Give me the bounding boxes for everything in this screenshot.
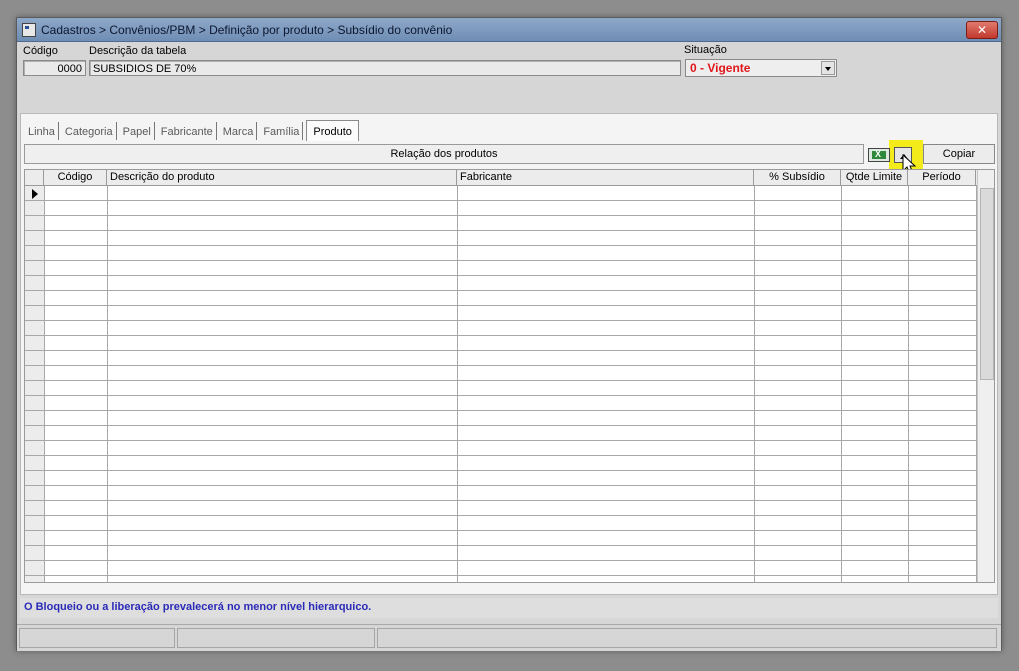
vertical-scrollbar[interactable] (977, 170, 994, 582)
table-row[interactable] (25, 276, 977, 291)
table-row[interactable] (25, 201, 977, 216)
tab-marca[interactable]: Marca (220, 122, 258, 140)
window-title: Cadastros > Convênios/PBM > Definição po… (41, 23, 453, 37)
app-icon (22, 23, 36, 37)
situacao-select[interactable]: 0 - Vigente (685, 59, 837, 77)
table-row[interactable] (25, 381, 977, 396)
close-button[interactable]: ✕ (966, 21, 998, 39)
table-row[interactable] (25, 516, 977, 531)
table-row[interactable] (25, 411, 977, 426)
descricao-label: Descrição da tabela (89, 45, 187, 57)
table-row[interactable] (25, 546, 977, 561)
table-row[interactable] (25, 456, 977, 471)
status-bar (17, 624, 1001, 651)
grid-header: Código Descrição do produto Fabricante %… (25, 170, 977, 186)
col-fabricante[interactable]: Fabricante (457, 170, 754, 185)
table-row[interactable] (25, 531, 977, 546)
table-row[interactable] (25, 261, 977, 276)
table-row[interactable] (25, 396, 977, 411)
status-panel-1 (19, 628, 175, 648)
table-row[interactable] (25, 306, 977, 321)
table-row[interactable] (25, 321, 977, 336)
excel-icon[interactable] (868, 148, 890, 162)
tab-papel[interactable]: Papel (120, 122, 155, 140)
table-row[interactable] (25, 366, 977, 381)
descricao-field[interactable]: SUBSIDIOS DE 70% (89, 60, 681, 76)
tab-strip: Linha Categoria Papel Fabricante Marca F… (25, 120, 362, 141)
produtos-grid[interactable]: Código Descrição do produto Fabricante %… (24, 169, 995, 583)
hierarchy-notice: O Bloqueio ou a liberação prevalecerá no… (20, 598, 998, 618)
grid-column-separator (457, 186, 458, 582)
grid-column-separator (754, 186, 755, 582)
table-row[interactable] (25, 426, 977, 441)
tab-familia[interactable]: Família (260, 122, 304, 140)
grid-column-separator (107, 186, 108, 582)
codigo-label: Código (23, 45, 58, 57)
status-panel-3 (377, 628, 997, 648)
tab-produto[interactable]: Produto (306, 120, 359, 141)
table-row[interactable] (25, 336, 977, 351)
table-row[interactable] (25, 561, 977, 576)
grid-column-separator (908, 186, 909, 582)
status-panel-2 (177, 628, 375, 648)
situacao-label: Situação (684, 44, 727, 56)
title-bar[interactable]: Cadastros > Convênios/PBM > Definição po… (17, 18, 1001, 42)
col-qtde-limite[interactable]: Qtde Limite (841, 170, 908, 185)
col-periodo[interactable]: Período (908, 170, 976, 185)
table-row[interactable] (25, 291, 977, 306)
grid-body[interactable] (25, 186, 977, 582)
relacao-produtos-header: Relação dos produtos (24, 144, 864, 164)
table-row[interactable] (25, 471, 977, 486)
situacao-value: 0 - Vigente (690, 61, 751, 75)
col-subsidio[interactable]: % Subsídio (754, 170, 841, 185)
table-row[interactable] (25, 351, 977, 366)
tab-linha[interactable]: Linha (25, 122, 59, 140)
table-row[interactable] (25, 486, 977, 501)
col-codigo[interactable]: Código (44, 170, 107, 185)
scrollbar-thumb[interactable] (980, 188, 994, 380)
table-row[interactable] (25, 246, 977, 261)
table-row[interactable] (25, 501, 977, 516)
table-row[interactable] (25, 441, 977, 456)
table-row[interactable] (25, 216, 977, 231)
tab-categoria[interactable]: Categoria (62, 122, 117, 140)
col-descricao[interactable]: Descrição do produto (107, 170, 457, 185)
grid-column-separator (44, 186, 45, 582)
chevron-down-icon[interactable] (821, 61, 835, 75)
table-row[interactable] (25, 231, 977, 246)
table-row[interactable] (25, 576, 977, 582)
main-window: Cadastros > Convênios/PBM > Definição po… (16, 17, 1002, 651)
grid-column-separator (841, 186, 842, 582)
indicator-header (25, 170, 44, 185)
table-row[interactable] (25, 186, 977, 201)
tab-fabricante[interactable]: Fabricante (158, 122, 217, 140)
codigo-field[interactable]: 0000 (23, 60, 86, 76)
copiar-button[interactable]: Copiar (923, 144, 995, 164)
